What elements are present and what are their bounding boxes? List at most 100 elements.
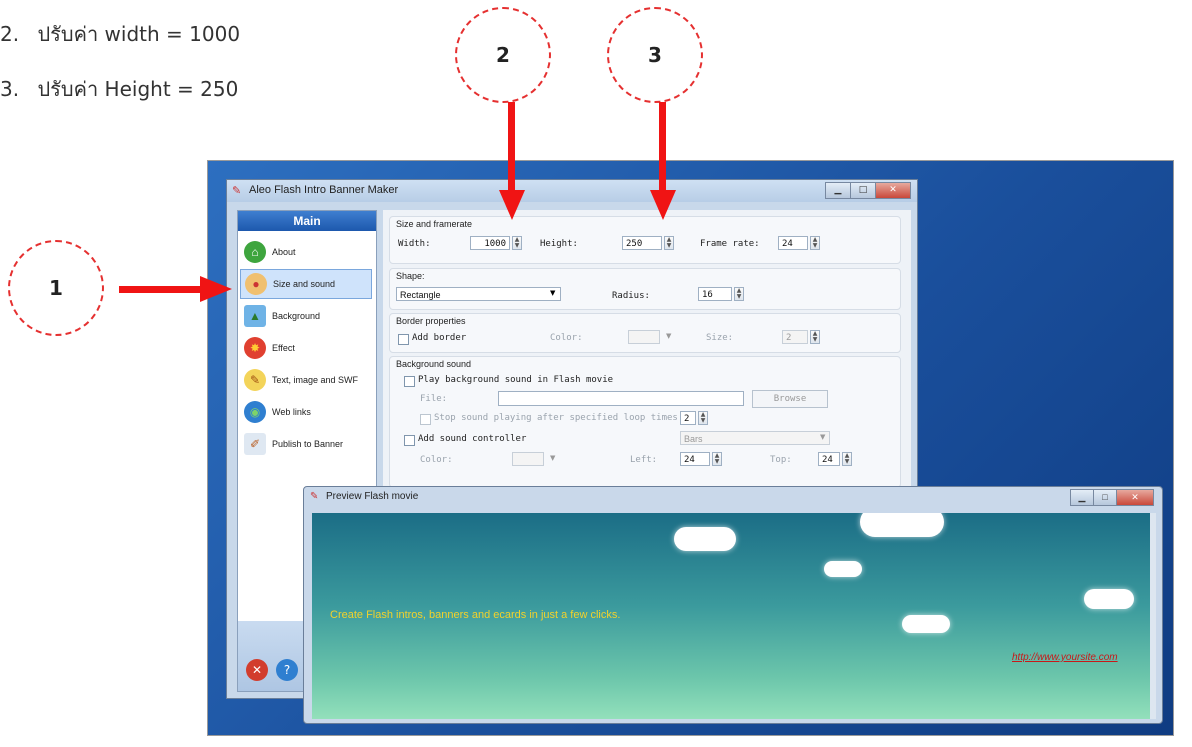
close-button[interactable]: ✕	[875, 182, 911, 199]
callout-label-1: 1	[49, 276, 63, 300]
preview-scrollbar[interactable]	[1150, 513, 1156, 719]
controller-color-picker[interactable]	[512, 452, 544, 466]
arrow-1-head	[200, 276, 232, 302]
sidebar-item-label: About	[272, 247, 296, 257]
loop-times-spinner[interactable]: ▲ ▼	[698, 411, 708, 425]
cancel-round-icon[interactable]: ✕	[246, 659, 268, 681]
frame-rate-spinner[interactable]: ▲ ▼	[810, 236, 820, 250]
callout-circle-1: 1	[8, 240, 104, 336]
size-group: Size and framerate Width: 1000 ▲ ▼ Height…	[389, 216, 901, 264]
chevron-down-icon: ▼	[550, 289, 556, 297]
step-3-number: 3.	[0, 77, 20, 101]
arrow-2-shaft	[508, 102, 515, 192]
height-field[interactable]: 250	[622, 236, 662, 250]
sidebar-item-text-image-swf[interactable]: ✎ Text, image and SWF	[240, 365, 372, 395]
step-3: 3. ปรับค่า Height = 250	[0, 73, 238, 105]
app-screenshot: ✎ Aleo Flash Intro Banner Maker ▁ □ ✕ Ma…	[207, 160, 1174, 736]
border-size-spinner[interactable]: ▲ ▼	[810, 330, 820, 344]
add-border-checkbox[interactable]	[398, 334, 409, 345]
help-round-icon[interactable]: ?	[276, 659, 298, 681]
banner-tagline: Create Flash intros, banners and ecards …	[330, 609, 621, 621]
callout-label-3: 3	[648, 43, 662, 67]
minimize-button[interactable]: ▁	[825, 182, 851, 199]
banner-link[interactable]: http://www.yoursite.com	[1012, 652, 1118, 663]
radius-spinner[interactable]: ▲ ▼	[734, 287, 744, 301]
width-spinner[interactable]: ▲ ▼	[512, 236, 522, 250]
preview-title: Preview Flash movie	[326, 491, 419, 502]
arrow-2-head	[499, 190, 525, 220]
width-field[interactable]: 1000	[470, 236, 510, 250]
height-label: Height:	[540, 239, 578, 249]
sidebar-item-effect[interactable]: ✸ Effect	[240, 333, 372, 363]
app-title: Aleo Flash Intro Banner Maker	[249, 184, 399, 196]
file-field[interactable]	[498, 391, 744, 406]
radius-label: Radius:	[612, 291, 650, 301]
frame-rate-label: Frame rate:	[700, 239, 760, 249]
cloud-shape	[860, 513, 944, 537]
sound-group: Background sound Play background sound i…	[389, 356, 901, 488]
border-size-label: Size:	[706, 333, 734, 343]
cloud-shape	[902, 615, 950, 633]
palette-icon: ●	[245, 273, 267, 295]
controller-left-spinner[interactable]: ▲ ▼	[712, 452, 722, 466]
stop-sound-checkbox[interactable]	[420, 414, 431, 425]
sound-controller-checkbox[interactable]	[404, 435, 415, 446]
controller-left-field[interactable]: 24	[680, 452, 710, 466]
home-icon: ⌂	[244, 241, 266, 263]
controller-top-spinner[interactable]: ▲ ▼	[842, 452, 852, 466]
preview-titlebar: ✎ Preview Flash movie ▁ □ ✕	[304, 487, 1162, 507]
maximize-button[interactable]: □	[850, 182, 876, 199]
controller-top-label: Top:	[770, 455, 792, 465]
controller-left-label: Left:	[630, 455, 658, 465]
preview-minimize-button[interactable]: ▁	[1070, 489, 1094, 506]
arrow-3-shaft	[659, 102, 666, 192]
step-2-text: ปรับค่า width = 1000	[37, 22, 241, 46]
file-label: File:	[420, 394, 448, 404]
picture-icon: ▲	[244, 305, 266, 327]
sidebar-item-about[interactable]: ⌂ About	[240, 237, 372, 267]
sidebar-header: Main	[238, 211, 376, 231]
stop-sound-label: Stop sound playing after specified loop …	[434, 413, 684, 423]
sound-controller-label: Add sound controller	[418, 434, 527, 444]
shape-dropdown[interactable]: Rectangle	[396, 287, 561, 301]
preview-close-button[interactable]: ✕	[1116, 489, 1154, 506]
border-group-title: Border properties	[396, 316, 466, 326]
sidebar-item-publish[interactable]: ✐ Publish to Banner	[240, 429, 372, 459]
step-2-number: 2.	[0, 22, 20, 46]
loop-times-field[interactable]: 2	[680, 411, 696, 425]
sidebar-item-label: Background	[272, 311, 321, 321]
cloud-shape	[1084, 589, 1134, 609]
play-sound-checkbox[interactable]	[404, 376, 415, 387]
frame-rate-field[interactable]: 24	[778, 236, 808, 250]
controller-color-label: Color:	[420, 455, 453, 465]
preview-maximize-button[interactable]: □	[1093, 489, 1117, 506]
height-spinner[interactable]: ▲ ▼	[664, 236, 674, 250]
width-label: Width:	[398, 239, 431, 249]
controller-style-dropdown[interactable]: Bars	[680, 431, 830, 445]
app-logo-icon: ✎	[232, 184, 242, 197]
arrow-1-shaft	[119, 286, 205, 293]
cloud-shape	[674, 527, 736, 551]
size-group-title: Size and framerate	[396, 219, 473, 229]
pencil-icon: ✎	[244, 369, 266, 391]
border-size-field[interactable]: 2	[782, 330, 808, 344]
border-color-picker[interactable]	[628, 330, 660, 344]
globe-icon: ◉	[244, 401, 266, 423]
chevron-down-icon: ▼	[666, 332, 672, 340]
sidebar-item-label: Size and sound	[273, 279, 336, 289]
arrow-3-head	[650, 190, 676, 220]
controller-top-field[interactable]: 24	[818, 452, 840, 466]
sidebar-item-background[interactable]: ▲ Background	[240, 301, 372, 331]
sidebar-item-label: Effect	[272, 343, 295, 353]
radius-field[interactable]: 16	[698, 287, 732, 301]
step-3-text: ปรับค่า Height = 250	[37, 77, 239, 101]
sidebar-item-size-and-sound[interactable]: ● Size and sound	[240, 269, 372, 299]
add-border-label: Add border	[412, 333, 467, 343]
chevron-down-icon: ▼	[550, 454, 556, 462]
browse-button[interactable]: Browse	[752, 390, 828, 408]
flash-banner-preview: Create Flash intros, banners and ecards …	[312, 513, 1150, 719]
border-color-label: Color:	[550, 333, 583, 343]
callout-circle-2: 2	[455, 7, 551, 103]
sidebar-item-web-links[interactable]: ◉ Web links	[240, 397, 372, 427]
sound-group-title: Background sound	[396, 359, 472, 369]
